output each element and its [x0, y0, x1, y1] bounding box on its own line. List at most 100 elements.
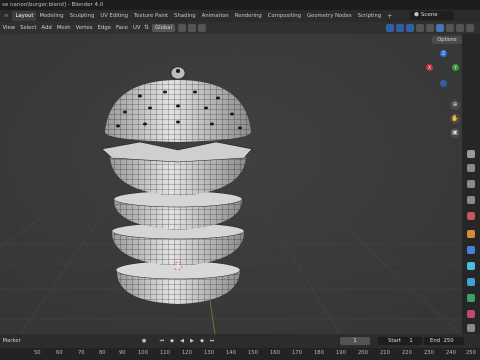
output-properties-icon[interactable]: [467, 180, 475, 188]
viewport-header: View Select Add Mesh Vertex Edge Face UV…: [0, 22, 480, 34]
scene-properties-icon[interactable]: [467, 212, 475, 220]
pivot-icon[interactable]: [177, 24, 186, 32]
ruler-tick: 230: [424, 350, 434, 356]
gizmo-z-axis[interactable]: Z: [440, 50, 447, 57]
scene-label: Scene: [420, 12, 438, 18]
menu-select[interactable]: Select: [18, 25, 39, 31]
ruler-tick: 100: [138, 350, 148, 356]
add-workspace-icon[interactable]: +: [384, 13, 395, 20]
tab-texture-paint[interactable]: Texture Paint: [131, 11, 171, 21]
end-label: End: [430, 338, 441, 344]
start-value: 1: [409, 338, 413, 344]
tab-rendering[interactable]: Rendering: [232, 11, 265, 21]
menu-edge[interactable]: Edge: [95, 25, 113, 31]
gizmo-neg-z-axis[interactable]: [440, 80, 447, 87]
view-layer-properties-icon[interactable]: [467, 196, 475, 204]
window-title-bar: se nanoo\burger.blend] - Blender 4.0: [0, 0, 480, 10]
menu-view[interactable]: View: [0, 25, 18, 31]
menu-vertex[interactable]: Vertex: [73, 25, 95, 31]
physics-properties-icon[interactable]: [467, 262, 475, 270]
current-frame-field[interactable]: 1: [340, 337, 370, 345]
zoom-icon[interactable]: ⊕: [450, 100, 460, 110]
menu-face[interactable]: Face: [114, 25, 131, 31]
ruler-tick: 250: [466, 350, 476, 356]
ruler-tick: 130: [204, 350, 214, 356]
toothpick-knob: [170, 66, 186, 80]
shading-wireframe-icon[interactable]: [426, 24, 434, 32]
ruler-tick: 140: [226, 350, 236, 356]
xray-toggle-icon[interactable]: [416, 24, 424, 32]
proportional-edit-icon[interactable]: [197, 24, 206, 32]
gizmo-z-label: Z: [442, 51, 445, 56]
tab-scripting[interactable]: Scripting: [355, 11, 385, 21]
editor-menu-icon[interactable]: ≡: [0, 11, 12, 21]
timeline-ruler[interactable]: 50 60 70 80 90 100 110 120 130 140 150 1…: [0, 348, 480, 360]
ruler-tick: 110: [160, 350, 170, 356]
material-properties-icon[interactable]: [467, 310, 475, 318]
jump-end-icon[interactable]: ⏭: [208, 337, 216, 345]
3d-viewport[interactable]: Z Y X ⊕ ✋ ▣: [0, 34, 462, 334]
jump-start-icon[interactable]: ⏮: [158, 337, 166, 345]
gizmo-y-label: Y: [454, 65, 457, 70]
ruler-tick: 150: [248, 350, 258, 356]
menu-uv[interactable]: UV: [131, 25, 144, 31]
ruler-tick: 240: [446, 350, 456, 356]
pan-hand-icon[interactable]: ✋: [450, 114, 460, 124]
render-properties-icon[interactable]: [467, 164, 475, 172]
object-properties-icon[interactable]: [467, 230, 475, 238]
tab-animation[interactable]: Animation: [199, 11, 232, 21]
data-properties-icon[interactable]: [467, 294, 475, 302]
end-value: 250: [443, 338, 454, 344]
modifier-properties-icon[interactable]: [467, 246, 475, 254]
shading-solid-icon[interactable]: [436, 24, 444, 32]
shading-material-icon[interactable]: [446, 24, 454, 32]
ruler-tick: 50: [34, 350, 41, 356]
overlay-toggle-icon[interactable]: [406, 24, 414, 32]
transform-orientation-icon: ⇅: [144, 24, 150, 31]
start-frame-field[interactable]: Start 1: [378, 337, 422, 345]
ruler-tick: 120: [182, 350, 192, 356]
start-label: Start: [388, 338, 401, 344]
gizmo-toggle-icon[interactable]: [396, 24, 404, 32]
keyframe-dot-icon[interactable]: ●: [140, 337, 148, 345]
tab-modeling[interactable]: Modeling: [36, 11, 66, 21]
timeline-marker-menu[interactable]: Marker: [0, 338, 23, 344]
tab-geometry-nodes[interactable]: Geometry Nodes: [304, 11, 355, 21]
tab-shading[interactable]: Shading: [171, 11, 199, 21]
tool-properties-icon[interactable]: [467, 150, 475, 158]
tab-sculpting[interactable]: Sculpting: [67, 11, 98, 21]
ruler-tick: 80: [99, 350, 106, 356]
tab-layout[interactable]: Layout: [12, 11, 37, 21]
texture-properties-icon[interactable]: [467, 324, 475, 332]
properties-tab-bar: [462, 34, 480, 334]
ruler-tick: 200: [358, 350, 368, 356]
menu-add[interactable]: Add: [39, 25, 54, 31]
ruler-tick: 180: [314, 350, 324, 356]
play-reverse-icon[interactable]: ◀: [178, 337, 186, 345]
next-keyframe-icon[interactable]: ◆: [198, 337, 206, 345]
ruler-tick: 90: [119, 350, 126, 356]
window-title: se nanoo\burger.blend] - Blender 4.0: [2, 2, 104, 8]
end-frame-field[interactable]: End 250: [424, 337, 464, 345]
transform-orientation-dropdown[interactable]: Global: [152, 24, 175, 32]
scene-selector[interactable]: ⬢ Scene: [410, 11, 454, 20]
visibility-icon[interactable]: [386, 24, 394, 32]
shading-rendered-icon[interactable]: [456, 24, 464, 32]
snap-icon[interactable]: [187, 24, 196, 32]
options-dropdown[interactable]: Options: [432, 36, 462, 44]
scene-icon: ⬢: [414, 12, 419, 18]
prev-keyframe-icon[interactable]: ◆: [168, 337, 176, 345]
camera-view-icon[interactable]: ▣: [450, 128, 460, 138]
tab-compositing[interactable]: Compositing: [265, 11, 304, 21]
ruler-tick: 60: [56, 350, 63, 356]
gizmo-x-label: X: [428, 65, 431, 70]
gizmo-x-axis[interactable]: X: [426, 64, 433, 71]
play-icon[interactable]: ▶: [188, 337, 196, 345]
shading-options-icon[interactable]: [466, 24, 474, 32]
ruler-tick: 190: [336, 350, 346, 356]
tab-uv-editing[interactable]: UV Editing: [97, 11, 131, 21]
ruler-tick: 70: [78, 350, 85, 356]
menu-mesh[interactable]: Mesh: [54, 25, 73, 31]
constraints-properties-icon[interactable]: [467, 278, 475, 286]
gizmo-y-axis[interactable]: Y: [452, 64, 459, 71]
